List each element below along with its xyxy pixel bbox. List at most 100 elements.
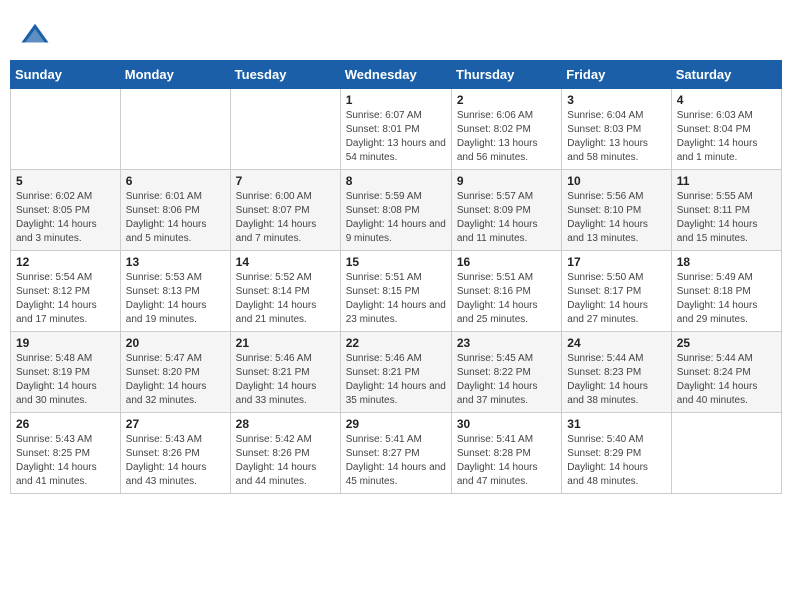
col-header-wednesday: Wednesday (340, 61, 451, 89)
day-number: 5 (16, 174, 115, 188)
day-info: Sunrise: 5:43 AMSunset: 8:26 PMDaylight:… (126, 433, 225, 489)
day-info: Sunrise: 6:07 AMSunset: 8:01 PMDaylight:… (346, 109, 446, 165)
calendar-week-5: 26 Sunrise: 5:43 AMSunset: 8:25 PMDayligh… (11, 413, 782, 494)
calendar-cell: 26 Sunrise: 5:43 AMSunset: 8:25 PMDayligh… (11, 413, 121, 494)
calendar-cell: 12 Sunrise: 5:54 AMSunset: 8:12 PMDayligh… (11, 251, 121, 332)
calendar-cell: 30 Sunrise: 5:41 AMSunset: 8:28 PMDayligh… (451, 413, 561, 494)
calendar-cell (120, 89, 230, 170)
day-info: Sunrise: 6:01 AMSunset: 8:06 PMDaylight:… (126, 190, 225, 246)
day-info: Sunrise: 5:47 AMSunset: 8:20 PMDaylight:… (126, 352, 225, 408)
calendar-cell: 7Sunrise: 6:00 AMSunset: 8:07 PMDaylight… (230, 170, 340, 251)
calendar-cell: 20 Sunrise: 5:47 AMSunset: 8:20 PMDayligh… (120, 332, 230, 413)
day-number: 3 (567, 93, 665, 107)
calendar-cell: 18 Sunrise: 5:49 AMSunset: 8:18 PMDayligh… (671, 251, 781, 332)
calendar-cell: 3 Sunrise: 6:04 AMSunset: 8:03 PMDaylight… (562, 89, 671, 170)
day-info: Sunrise: 5:41 AMSunset: 8:28 PMDaylight:… (457, 433, 556, 489)
day-info: Sunrise: 6:03 AMSunset: 8:04 PMDaylight:… (677, 109, 776, 165)
day-info: Sunrise: 5:54 AMSunset: 8:12 PMDaylight:… (16, 271, 115, 327)
calendar-table: SundayMondayTuesdayWednesdayThursdayFrid… (10, 60, 782, 494)
calendar-header-row: SundayMondayTuesdayWednesdayThursdayFrid… (11, 61, 782, 89)
calendar-cell: 8 Sunrise: 5:59 AMSunset: 8:08 PMDaylight… (340, 170, 451, 251)
page-header (10, 10, 782, 55)
day-info: Sunrise: 5:45 AMSunset: 8:22 PMDaylight:… (457, 352, 556, 408)
day-info: Sunrise: 5:44 AMSunset: 8:24 PMDaylight:… (677, 352, 776, 408)
day-number: 18 (677, 255, 776, 269)
calendar-cell: 24Sunrise: 5:44 AMSunset: 8:23 PMDayligh… (562, 332, 671, 413)
day-info: Sunrise: 5:46 AMSunset: 8:21 PMDaylight:… (346, 352, 446, 408)
col-header-sunday: Sunday (11, 61, 121, 89)
calendar-cell (11, 89, 121, 170)
day-number: 23 (457, 336, 556, 350)
day-info: Sunrise: 6:02 AMSunset: 8:05 PMDaylight:… (16, 190, 115, 246)
calendar-cell: 5 Sunrise: 6:02 AMSunset: 8:05 PMDaylight… (11, 170, 121, 251)
day-number: 29 (346, 417, 446, 431)
day-info: Sunrise: 6:06 AMSunset: 8:02 PMDaylight:… (457, 109, 556, 165)
day-info: Sunrise: 5:51 AMSunset: 8:16 PMDaylight:… (457, 271, 556, 327)
calendar-cell: 25 Sunrise: 5:44 AMSunset: 8:24 PMDayligh… (671, 332, 781, 413)
calendar-cell: 2 Sunrise: 6:06 AMSunset: 8:02 PMDaylight… (451, 89, 561, 170)
day-number: 15 (346, 255, 446, 269)
calendar-cell: 21 Sunrise: 5:46 AMSunset: 8:21 PMDayligh… (230, 332, 340, 413)
day-number: 1 (346, 93, 446, 107)
day-info: Sunrise: 5:53 AMSunset: 8:13 PMDaylight:… (126, 271, 225, 327)
calendar-cell: 11Sunrise: 5:55 AMSunset: 8:11 PMDayligh… (671, 170, 781, 251)
day-info: Sunrise: 5:46 AMSunset: 8:21 PMDaylight:… (236, 352, 335, 408)
day-number: 26 (16, 417, 115, 431)
day-info: Sunrise: 5:55 AMSunset: 8:11 PMDaylight:… (677, 190, 776, 246)
day-info: Sunrise: 5:59 AMSunset: 8:08 PMDaylight:… (346, 190, 446, 246)
day-number: 25 (677, 336, 776, 350)
day-number: 21 (236, 336, 335, 350)
day-info: Sunrise: 5:42 AMSunset: 8:26 PMDaylight:… (236, 433, 335, 489)
day-info: Sunrise: 5:41 AMSunset: 8:27 PMDaylight:… (346, 433, 446, 489)
day-number: 6 (126, 174, 225, 188)
calendar-cell: 14 Sunrise: 5:52 AMSunset: 8:14 PMDayligh… (230, 251, 340, 332)
day-info: Sunrise: 5:57 AMSunset: 8:09 PMDaylight:… (457, 190, 556, 246)
day-number: 4 (677, 93, 776, 107)
day-number: 17 (567, 255, 665, 269)
col-header-thursday: Thursday (451, 61, 561, 89)
day-info: Sunrise: 5:56 AMSunset: 8:10 PMDaylight:… (567, 190, 665, 246)
day-info: Sunrise: 5:40 AMSunset: 8:29 PMDaylight:… (567, 433, 665, 489)
day-number: 8 (346, 174, 446, 188)
col-header-saturday: Saturday (671, 61, 781, 89)
calendar-cell: 13 Sunrise: 5:53 AMSunset: 8:13 PMDayligh… (120, 251, 230, 332)
calendar-cell: 31 Sunrise: 5:40 AMSunset: 8:29 PMDayligh… (562, 413, 671, 494)
day-number: 14 (236, 255, 335, 269)
day-number: 30 (457, 417, 556, 431)
day-info: Sunrise: 6:00 AMSunset: 8:07 PMDaylight:… (236, 190, 335, 246)
day-number: 16 (457, 255, 556, 269)
day-info: Sunrise: 5:43 AMSunset: 8:25 PMDaylight:… (16, 433, 115, 489)
day-info: Sunrise: 6:04 AMSunset: 8:03 PMDaylight:… (567, 109, 665, 165)
day-number: 20 (126, 336, 225, 350)
calendar-cell: 15 Sunrise: 5:51 AMSunset: 8:15 PMDayligh… (340, 251, 451, 332)
day-number: 19 (16, 336, 115, 350)
day-number: 28 (236, 417, 335, 431)
calendar-cell: 6 Sunrise: 6:01 AMSunset: 8:06 PMDaylight… (120, 170, 230, 251)
calendar-cell (671, 413, 781, 494)
logo (20, 20, 54, 50)
calendar-cell: 16 Sunrise: 5:51 AMSunset: 8:16 PMDayligh… (451, 251, 561, 332)
day-number: 31 (567, 417, 665, 431)
day-number: 22 (346, 336, 446, 350)
calendar-cell: 27 Sunrise: 5:43 AMSunset: 8:26 PMDayligh… (120, 413, 230, 494)
calendar-cell: 4 Sunrise: 6:03 AMSunset: 8:04 PMDaylight… (671, 89, 781, 170)
calendar-cell: 23 Sunrise: 5:45 AMSunset: 8:22 PMDayligh… (451, 332, 561, 413)
calendar-week-1: 1 Sunrise: 6:07 AMSunset: 8:01 PMDaylight… (11, 89, 782, 170)
calendar-cell: 29 Sunrise: 5:41 AMSunset: 8:27 PMDayligh… (340, 413, 451, 494)
day-number: 10 (567, 174, 665, 188)
calendar-cell: 10 Sunrise: 5:56 AMSunset: 8:10 PMDayligh… (562, 170, 671, 251)
day-info: Sunrise: 5:49 AMSunset: 8:18 PMDaylight:… (677, 271, 776, 327)
day-info: Sunrise: 5:52 AMSunset: 8:14 PMDaylight:… (236, 271, 335, 327)
day-number: 2 (457, 93, 556, 107)
day-info: Sunrise: 5:51 AMSunset: 8:15 PMDaylight:… (346, 271, 446, 327)
day-number: 13 (126, 255, 225, 269)
calendar-cell: 1 Sunrise: 6:07 AMSunset: 8:01 PMDaylight… (340, 89, 451, 170)
calendar-cell: 9Sunrise: 5:57 AMSunset: 8:09 PMDaylight… (451, 170, 561, 251)
calendar-cell (230, 89, 340, 170)
calendar-cell: 22 Sunrise: 5:46 AMSunset: 8:21 PMDayligh… (340, 332, 451, 413)
calendar-week-4: 19Sunrise: 5:48 AMSunset: 8:19 PMDayligh… (11, 332, 782, 413)
day-number: 12 (16, 255, 115, 269)
col-header-tuesday: Tuesday (230, 61, 340, 89)
day-number: 27 (126, 417, 225, 431)
calendar-week-3: 12 Sunrise: 5:54 AMSunset: 8:12 PMDayligh… (11, 251, 782, 332)
